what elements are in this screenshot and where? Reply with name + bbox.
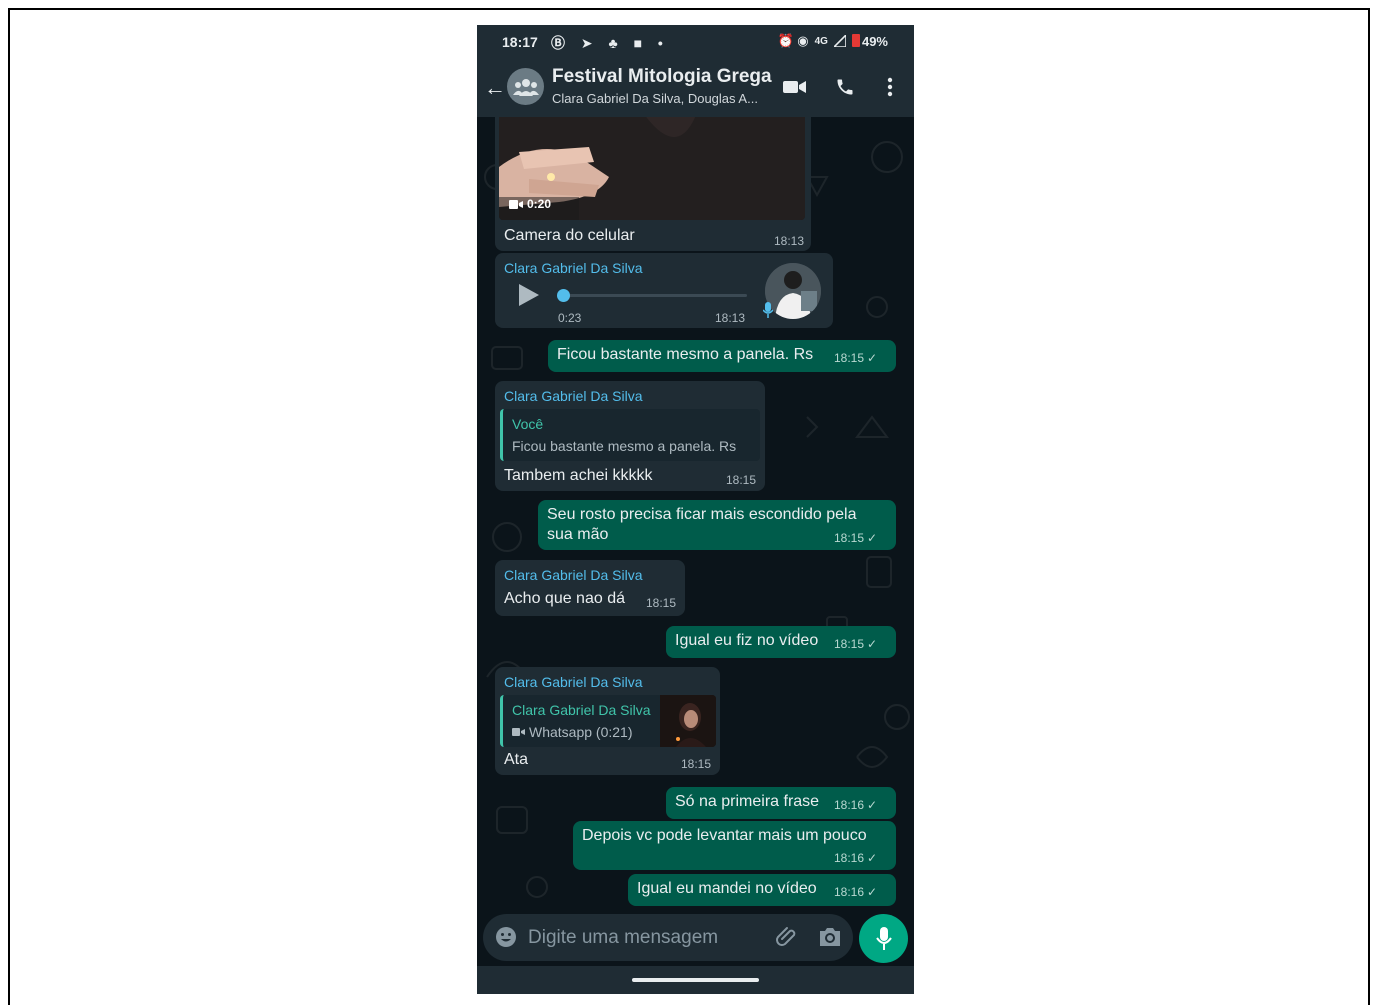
sender-avatar [765, 263, 821, 319]
check-icon: ✓ [867, 351, 878, 365]
check-icon: ✓ [867, 637, 878, 651]
phone-screen: 18:17 Ⓑ ➤ ♣ ■ • ⏰ ◉ 4G 49% ← Festival Mi… [477, 25, 914, 994]
check-icon: ✓ [867, 531, 878, 545]
mic-badge-icon [763, 302, 773, 318]
message-time: 18:16 ✓ [834, 851, 878, 865]
message-sender[interactable]: Clara Gabriel Da Silva [504, 388, 643, 404]
message-text: Só na primeira frase [675, 793, 820, 810]
check-icon: ✓ [867, 885, 878, 899]
camera-icon[interactable] [818, 926, 842, 948]
video-badge-icon [509, 199, 523, 209]
network-label: 4G [814, 35, 828, 47]
navigation-bar [477, 966, 914, 994]
message-sender[interactable]: Clara Gabriel Da Silva [504, 674, 643, 690]
outgoing-message[interactable]: Igual eu mandei no vídeo 18:16 ✓ [628, 874, 896, 906]
alarm-vibrate-icons: ⏰ ◉ [777, 33, 809, 48]
chat-participants[interactable]: Clara Gabriel Da Silva, Douglas A... [552, 91, 758, 106]
message-time: 18:15 ✓ [834, 531, 878, 545]
battery-level: 49% [861, 33, 888, 49]
outgoing-message[interactable]: Só na primeira frase 18:16 ✓ [666, 787, 896, 819]
message-composer: Digite uma mensagem [477, 914, 914, 966]
emoji-icon[interactable] [495, 926, 517, 948]
battery-icon [851, 33, 860, 47]
attach-icon[interactable] [775, 925, 799, 949]
message-text: Tambem achei kkkkk [504, 467, 653, 484]
message-text: Depois vc pode levantar mais um pouco [582, 827, 867, 844]
mic-button[interactable] [859, 914, 908, 963]
message-time: 18:15 ✓ [834, 637, 878, 651]
audio-progress-handle[interactable] [557, 289, 570, 302]
message-text: Ficou bastante mesmo a panela. Rs [557, 346, 814, 363]
message-time: 18:16 ✓ [834, 885, 878, 899]
message-input[interactable]: Digite uma mensagem [483, 914, 853, 961]
status-time: 18:17 [502, 34, 538, 50]
chat-area[interactable]: 0:20 Camera do celular 18:13 Clara Gabri… [477, 117, 914, 914]
quote-text: Ficou bastante mesmo a panela. Rs [512, 438, 737, 454]
home-gesture-handle[interactable] [632, 978, 759, 982]
play-icon[interactable] [519, 284, 539, 306]
message-text-line2: sua mão [547, 526, 609, 543]
outgoing-message[interactable]: Depois vc pode levantar mais um pouco 18… [573, 821, 896, 870]
mic-icon [875, 926, 892, 950]
video-call-icon[interactable] [783, 80, 806, 94]
message-time: 18:15 [646, 596, 677, 610]
message-text: Igual eu mandei no vídeo [637, 880, 817, 897]
video-caption: Camera do celular [504, 227, 635, 244]
message-time: 18:15 [726, 473, 757, 487]
quoted-message[interactable]: Clara Gabriel Da Silva Whatsapp (0:21) [500, 695, 716, 747]
audio-duration: 0:23 [558, 311, 582, 325]
chat-header: ← Festival Mitologia Grega Clara Gabriel… [477, 58, 914, 117]
message-text: Acho que nao dá [504, 590, 625, 607]
message-time: 18:15 ✓ [834, 351, 878, 365]
group-avatar-icon[interactable] [507, 68, 544, 105]
phone-icon[interactable] [835, 77, 855, 97]
message-sender[interactable]: Clara Gabriel Da Silva [504, 260, 643, 276]
message-time: 18:15 [681, 757, 712, 771]
quote-text: Whatsapp (0:21) [512, 724, 633, 740]
message-time: 18:16 ✓ [834, 798, 878, 812]
message-text: Igual eu fiz no vídeo [675, 632, 819, 649]
outgoing-message[interactable]: Igual eu fiz no vídeo 18:15 ✓ [666, 626, 896, 658]
arrow-back-icon[interactable]: ← [484, 75, 506, 101]
incoming-reply-message[interactable]: Clara Gabriel Da Silva Você Ficou bastan… [495, 381, 765, 491]
chat-title[interactable]: Festival Mitologia Grega [552, 66, 772, 88]
outgoing-message[interactable]: Ficou bastante mesmo a panela. Rs 18:15 ✓ [548, 340, 896, 372]
status-bar: 18:17 Ⓑ ➤ ♣ ■ • ⏰ ◉ 4G 49% [477, 25, 914, 58]
video-badge-icon [512, 728, 525, 736]
outgoing-message[interactable]: Seu rosto precisa ficar mais escondido p… [538, 500, 896, 550]
video-message-bubble[interactable]: 0:20 Camera do celular 18:13 [495, 117, 811, 251]
message-sender[interactable]: Clara Gabriel Da Silva [504, 567, 643, 583]
message-text-line1: Seu rosto precisa ficar mais escondido p… [547, 506, 857, 523]
message-time: 18:13 [774, 234, 805, 248]
incoming-reply-message[interactable]: Clara Gabriel Da Silva Clara Gabriel Da … [495, 667, 720, 775]
notification-icons: Ⓑ ➤ ♣ ■ • [551, 35, 669, 51]
more-options-icon[interactable] [887, 77, 893, 97]
audio-progress-track[interactable] [559, 294, 747, 297]
quoted-message[interactable]: Você Ficou bastante mesmo a panela. Rs [500, 409, 760, 461]
message-placeholder[interactable]: Digite uma mensagem [528, 927, 718, 949]
message-text: Ata [504, 751, 529, 768]
signal-icon [833, 35, 846, 47]
incoming-message[interactable]: Clara Gabriel Da Silva Acho que nao dá 1… [495, 560, 685, 616]
video-thumbnail[interactable]: 0:20 [499, 117, 805, 220]
quote-thumbnail [660, 695, 716, 747]
check-icon: ✓ [867, 851, 878, 865]
voice-message-bubble[interactable]: Clara Gabriel Da Silva 0:23 18:13 [495, 253, 833, 328]
battery-indicator: 49% [851, 33, 888, 49]
message-time: 18:13 [715, 311, 746, 325]
quote-author: Você [512, 416, 544, 432]
video-duration: 0:20 [509, 197, 551, 211]
check-icon: ✓ [867, 798, 878, 812]
quote-author: Clara Gabriel Da Silva [512, 702, 651, 718]
status-right: ⏰ ◉ 4G 49% [777, 33, 888, 49]
